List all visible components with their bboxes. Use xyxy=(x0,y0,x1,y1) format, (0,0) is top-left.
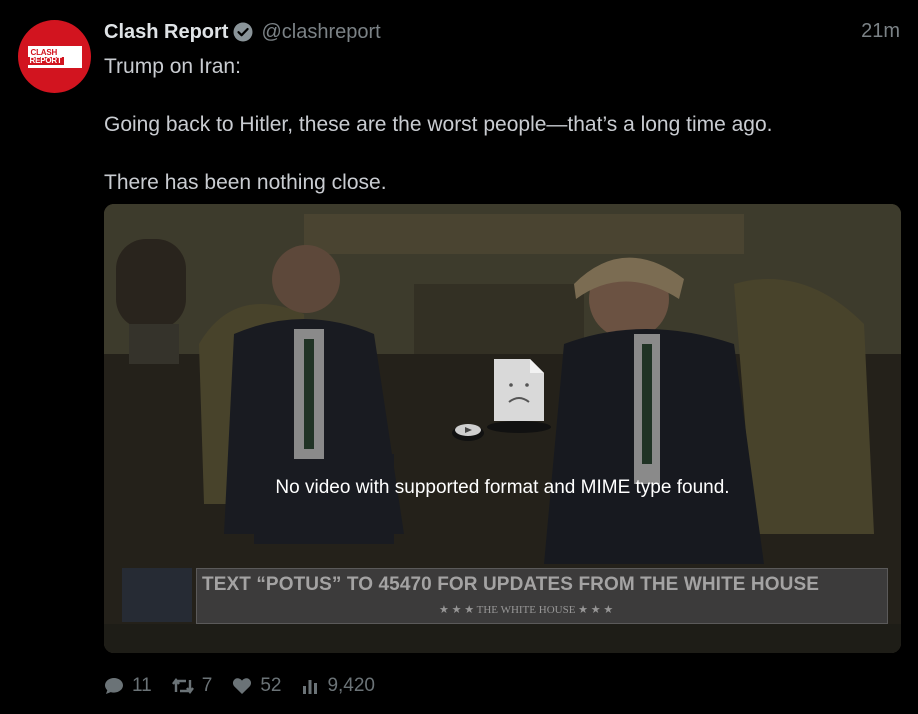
reply-button[interactable]: 11 xyxy=(104,675,152,697)
post-actions: 11 7 52 9,420 xyxy=(104,672,395,700)
broadcast-banner-text: TEXT “POTUS” TO 45470 FOR UPDATES FROM T… xyxy=(202,574,819,595)
views-button[interactable]: 9,420 xyxy=(301,675,375,697)
post-header: Clash Report @clashreport xyxy=(104,18,381,46)
post-text-line-3: There has been nothing close. xyxy=(104,171,387,194)
avatar[interactable]: CLASH REPORT xyxy=(18,20,91,93)
view-count: 9,420 xyxy=(327,675,375,696)
verified-icon xyxy=(233,22,253,42)
reply-icon xyxy=(105,678,123,694)
post: CLASH REPORT Clash Report @clashreport 2… xyxy=(0,0,918,714)
broadcast-banner-subtext: ★ ★ ★ THE WHITE HOUSE ★ ★ ★ xyxy=(439,604,614,616)
play-icon[interactable] xyxy=(452,420,484,442)
post-timestamp[interactable]: 21m xyxy=(861,20,900,43)
broken-file-icon xyxy=(487,359,551,433)
views-icon xyxy=(303,680,318,694)
repost-button[interactable]: 7 xyxy=(171,675,213,697)
post-text-line-2: Going back to Hitler, these are the wors… xyxy=(104,113,773,136)
author-name[interactable]: Clash Report xyxy=(104,21,228,44)
like-icon xyxy=(233,678,252,694)
avatar-text-line2: REPORT xyxy=(27,55,64,65)
video-error-message: No video with supported format and MIME … xyxy=(275,477,730,498)
author-handle[interactable]: @clashreport xyxy=(261,21,380,44)
like-button[interactable]: 52 xyxy=(232,675,281,697)
like-count: 52 xyxy=(260,675,282,696)
reply-count: 11 xyxy=(132,675,152,696)
avatar-logo: CLASH REPORT xyxy=(27,45,82,68)
repost-count: 7 xyxy=(201,675,213,696)
post-text-line-1: Trump on Iran: xyxy=(104,55,241,78)
video-player[interactable]: TEXT “POTUS” TO 45470 FOR UPDATES FROM T… xyxy=(104,204,901,653)
repost-icon xyxy=(171,678,194,694)
broadcast-logo xyxy=(122,568,192,622)
